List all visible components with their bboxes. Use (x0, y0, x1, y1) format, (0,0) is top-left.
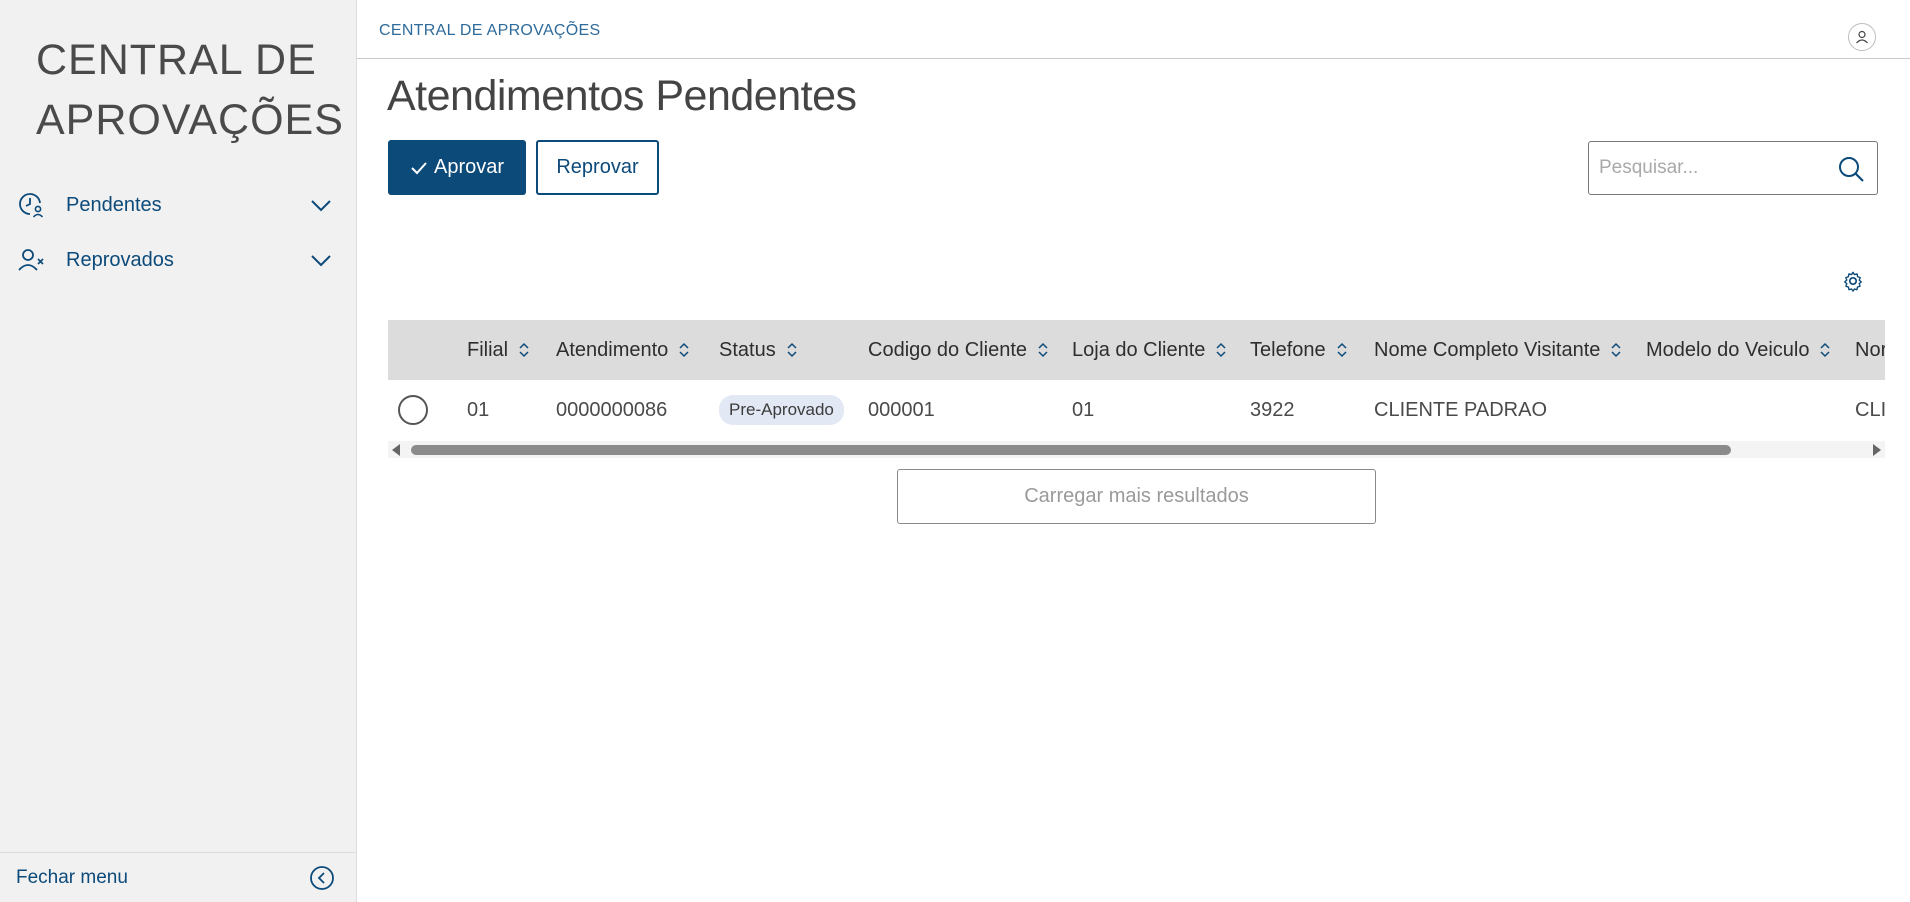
status-badge: Pre-Aprovado (719, 395, 844, 425)
column-header-nome-visitante[interactable]: Nome Completo Visitante (1374, 320, 1622, 380)
column-label: Nor (1855, 338, 1885, 361)
sort-icon (1611, 342, 1621, 358)
table-row[interactable]: 01 0000000086 Pre-Aprovado 000001 01 392… (388, 380, 1885, 440)
scrollbar-thumb[interactable] (411, 445, 1731, 455)
logo-line-1: CENTRAL DE (36, 36, 317, 84)
load-more-button[interactable]: Carregar mais resultados (897, 469, 1376, 524)
column-header-nome-cliente[interactable]: Nor (1855, 320, 1885, 380)
cell-loja-cliente: 01 (1072, 398, 1095, 421)
sort-icon (679, 342, 689, 358)
column-label: Loja do Cliente (1072, 338, 1206, 361)
column-label: Codigo do Cliente (868, 338, 1027, 361)
sort-icon (1216, 342, 1226, 358)
sort-icon (519, 342, 529, 358)
column-label: Status (719, 338, 776, 361)
cell-status: Pre-Aprovado (719, 380, 844, 440)
search-box (1588, 141, 1878, 195)
sidebar-item-label: Reprovados (66, 248, 174, 271)
column-header-status[interactable]: Status (719, 320, 798, 380)
column-label: Filial (467, 338, 509, 361)
cell-atendimento: 0000000086 (556, 398, 668, 421)
sidebar-item-pendentes[interactable]: Pendentes (0, 181, 356, 229)
column-label: Atendimento (556, 338, 669, 361)
chevron-down-icon[interactable] (308, 192, 334, 218)
scroll-left-arrow[interactable] (392, 444, 400, 456)
sort-icon (787, 342, 797, 358)
page-title: Atendimentos Pendentes (387, 72, 857, 120)
column-label: Nome Completo Visitante (1374, 338, 1601, 361)
sort-icon (1038, 342, 1048, 358)
search-input[interactable] (1599, 154, 1829, 182)
sidebar-item-label: Pendentes (66, 193, 162, 216)
sort-icon (1820, 342, 1830, 358)
sort-icon (1337, 342, 1347, 358)
row-select-radio[interactable] (398, 395, 428, 425)
horizontal-scrollbar[interactable] (388, 441, 1885, 458)
app-logo: CENTRAL DE APROVAÇÕES (36, 30, 344, 150)
close-menu-link[interactable]: Fechar menu (16, 867, 128, 889)
cell-telefone: 3922 (1250, 398, 1295, 421)
sidebar-footer: Fechar menu (0, 852, 356, 902)
gear-icon[interactable] (1842, 270, 1864, 292)
topbar: CENTRAL DE APROVAÇÕES (357, 0, 1910, 59)
column-header-loja-cliente[interactable]: Loja do Cliente (1072, 320, 1227, 380)
cell-nome-visitante: CLIENTE PADRAO (1374, 398, 1547, 421)
scroll-right-arrow[interactable] (1873, 444, 1881, 456)
sidebar-item-reprovados[interactable]: Reprovados (0, 236, 356, 284)
column-header-telefone[interactable]: Telefone (1250, 320, 1348, 380)
chevron-left-circle-icon[interactable] (309, 865, 335, 891)
column-label: Modelo do Veiculo (1646, 338, 1810, 361)
user-icon (1856, 30, 1868, 44)
data-table: Filial Atendimento Status Codigo do Clie… (388, 320, 1885, 460)
clock-user-icon (19, 193, 44, 218)
chevron-down-icon[interactable] (308, 247, 334, 273)
check-icon (411, 161, 427, 174)
avatar[interactable] (1848, 23, 1876, 51)
column-header-filial[interactable]: Filial (467, 320, 530, 380)
logo-line-2: APROVAÇÕES (36, 96, 344, 144)
sidebar: CENTRAL DE APROVAÇÕES Pendentes Reprovad… (0, 0, 357, 902)
cell-filial: 01 (467, 398, 490, 421)
column-label: Telefone (1250, 338, 1326, 361)
table-header: Filial Atendimento Status Codigo do Clie… (388, 320, 1885, 380)
user-x-icon (18, 249, 44, 271)
cell-nome-cliente: CLI (1855, 398, 1885, 421)
column-header-codigo-cliente[interactable]: Codigo do Cliente (868, 320, 1049, 380)
approve-label: Aprovar (433, 156, 505, 178)
reject-button[interactable]: Reprovar (536, 140, 659, 195)
cell-codigo-cliente: 000001 (868, 398, 935, 421)
column-header-atendimento[interactable]: Atendimento (556, 320, 690, 380)
breadcrumb[interactable]: CENTRAL DE APROVAÇÕES (379, 22, 600, 40)
search-icon[interactable] (1836, 154, 1866, 184)
approve-button[interactable]: Aprovar (388, 140, 526, 195)
column-header-modelo-veiculo[interactable]: Modelo do Veiculo (1646, 320, 1831, 380)
